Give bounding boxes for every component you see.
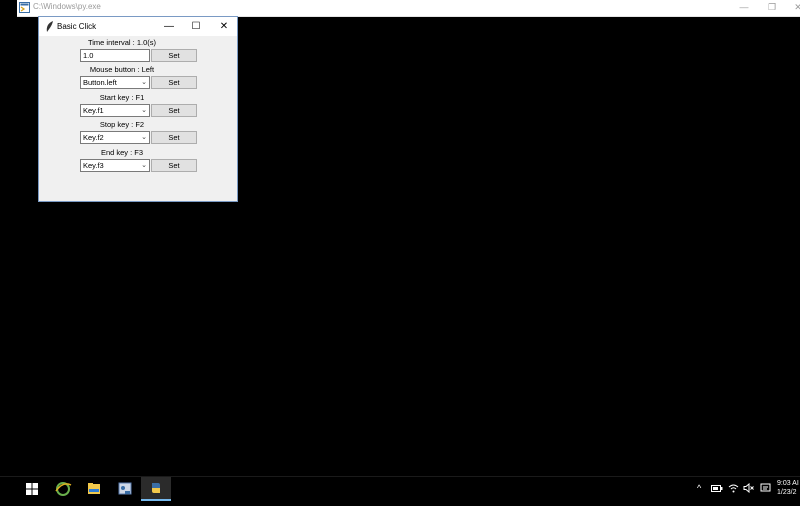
end-key-value: Key.f3 [83, 161, 104, 170]
end-key-set-button[interactable]: Set [151, 159, 197, 172]
stop-key-label: Stop key : F2 [99, 120, 145, 129]
wifi-icon[interactable] [728, 483, 739, 493]
mouse-button-label: Mouse button : Left [89, 65, 155, 74]
console-titlebar[interactable]: C:\Windows\py.exe — ❐ ✕ [17, 0, 800, 17]
start-key-select[interactable]: Key.f1 ⌄ [80, 104, 150, 117]
console-close-button[interactable]: ✕ [787, 1, 800, 14]
file-explorer-taskbar-button[interactable] [79, 477, 109, 501]
stop-key-set-button[interactable]: Set [151, 131, 197, 144]
control-panel-taskbar-button[interactable] [110, 477, 140, 501]
dialog-close-button[interactable]: ✕ [210, 17, 238, 36]
stop-key-value: Key.f2 [83, 133, 104, 142]
time-interval-input[interactable]: 1.0 [80, 49, 150, 62]
dialog-maximize-button[interactable]: ☐ [182, 17, 210, 36]
console-minimize-button[interactable]: — [733, 1, 755, 14]
taskbar: ^ 9:03 AI 1/23/2 [0, 476, 800, 501]
python-taskbar-button[interactable] [141, 477, 171, 501]
start-key-value: Key.f1 [83, 106, 104, 115]
end-key-select[interactable]: Key.f3 ⌄ [80, 159, 150, 172]
chevron-down-icon[interactable]: ⌄ [141, 105, 147, 116]
console-restore-button[interactable]: ❐ [761, 1, 783, 14]
windows-start-icon[interactable] [26, 483, 38, 495]
notification-icon[interactable] [760, 483, 771, 493]
time-interval-set-button[interactable]: Set [151, 49, 197, 62]
system-clock[interactable]: 9:03 AI 1/23/2 [777, 479, 799, 497]
start-key-set-button[interactable]: Set [151, 104, 197, 117]
chevron-up-icon[interactable]: ^ [697, 483, 701, 493]
basic-click-window: Basic Click — ☐ ✕ Time interval : 1.0(s)… [38, 16, 238, 202]
time-interval-label: Time interval : 1.0(s) [87, 38, 157, 47]
volume-muted-icon[interactable] [743, 483, 754, 493]
mouse-button-set-button[interactable]: Set [151, 76, 197, 89]
python-console-icon [19, 2, 30, 13]
clock-date: 1/23/2 [777, 489, 797, 496]
python-icon [152, 483, 160, 493]
mouse-button-value: Button.left [83, 78, 117, 87]
chevron-down-icon[interactable]: ⌄ [141, 160, 147, 171]
dialog-minimize-button[interactable]: — [155, 17, 183, 36]
chevron-down-icon[interactable]: ⌄ [141, 132, 147, 143]
clock-time: 9:03 AI [777, 480, 799, 487]
start-key-label: Start key : F1 [99, 93, 145, 102]
feather-icon [46, 21, 53, 32]
control-panel-icon [118, 482, 132, 495]
chevron-down-icon[interactable]: ⌄ [141, 77, 147, 88]
console-title: C:\Windows\py.exe [33, 2, 101, 11]
dialog-title: Basic Click [57, 22, 97, 31]
stop-key-select[interactable]: Key.f2 ⌄ [80, 131, 150, 144]
mouse-button-select[interactable]: Button.left ⌄ [80, 76, 150, 89]
ie-taskbar-button[interactable] [48, 477, 78, 501]
file-explorer-icon [88, 483, 100, 494]
end-key-label: End key : F3 [100, 148, 144, 157]
dialog-titlebar[interactable]: Basic Click — ☐ ✕ [39, 17, 237, 36]
battery-icon[interactable] [711, 484, 723, 493]
ie-icon [55, 482, 72, 496]
